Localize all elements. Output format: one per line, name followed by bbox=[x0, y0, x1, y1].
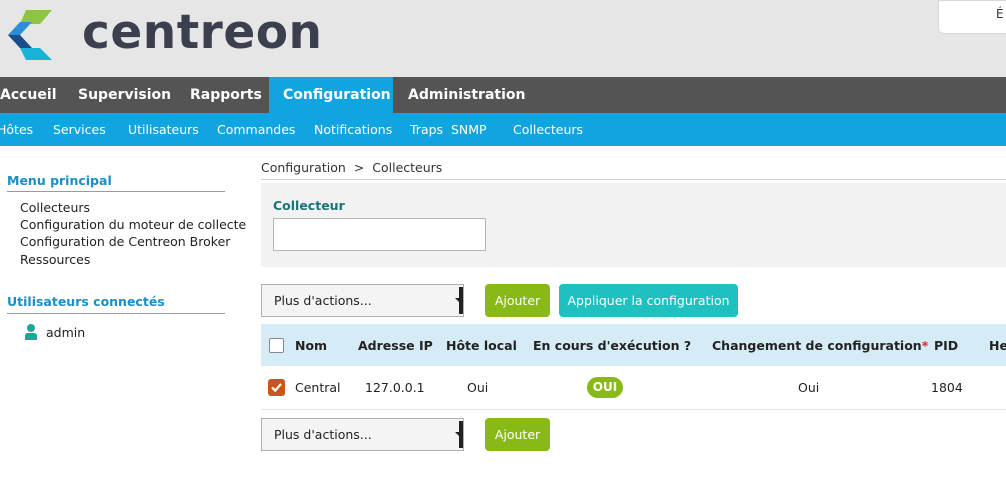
more-actions-label: Plus d'actions... bbox=[274, 293, 372, 308]
subnav-services[interactable]: Services bbox=[53, 113, 106, 146]
apply-configuration-button[interactable]: Appliquer la configuration bbox=[559, 284, 738, 317]
header: centreon É bbox=[0, 0, 1006, 77]
subnav-notifications[interactable]: Notifications bbox=[314, 113, 392, 146]
column-header-pid[interactable]: PID bbox=[934, 338, 958, 353]
breadcrumb-separator: > bbox=[353, 160, 365, 175]
breadcrumb-item-collecteurs[interactable]: Collecteurs bbox=[372, 160, 442, 175]
sidebar-link-engine-config[interactable]: Configuration du moteur de collecte bbox=[20, 217, 246, 232]
sidebar-link-collecteurs[interactable]: Collecteurs bbox=[20, 200, 90, 215]
sub-nav: Hôtes Services Utilisateurs Commandes No… bbox=[0, 113, 1006, 146]
logo-text: centreon bbox=[82, 5, 323, 60]
main-nav: Accueil Supervision Rapports Configurati… bbox=[0, 77, 1006, 113]
cell-local-host: Oui bbox=[467, 380, 489, 395]
running-status-badge: OUI bbox=[587, 377, 623, 398]
cell-name[interactable]: Central bbox=[295, 380, 341, 395]
breadcrumb-item-configuration[interactable]: Configuration bbox=[261, 160, 346, 175]
sidebar-link-ressources[interactable]: Ressources bbox=[20, 252, 90, 267]
collecteur-search-input[interactable] bbox=[273, 218, 486, 251]
column-header-en-cours[interactable]: En cours d'exécution ? bbox=[533, 338, 691, 353]
cell-pid: 1804 bbox=[931, 380, 963, 395]
top-right-text: É bbox=[996, 7, 1004, 21]
nav-administration[interactable]: Administration bbox=[408, 77, 525, 113]
column-header-changement-config[interactable]: Changement de configuration* bbox=[712, 338, 928, 353]
column-header-he[interactable]: He bbox=[989, 338, 1006, 353]
dropdown-arrow-icon bbox=[455, 421, 463, 448]
sidebar-link-broker-config[interactable]: Configuration de Centreon Broker bbox=[20, 234, 230, 249]
nav-accueil[interactable]: Accueil bbox=[0, 77, 60, 113]
subnav-collecteurs[interactable]: Collecteurs bbox=[513, 113, 583, 146]
row-checkbox-icon[interactable] bbox=[268, 379, 285, 396]
connected-user-name[interactable]: admin bbox=[46, 325, 85, 340]
column-header-changement-config-label: Changement de configuration bbox=[712, 338, 922, 353]
table-header: Nom Adresse IP Hôte local En cours d'exé… bbox=[261, 324, 1006, 366]
required-marker: * bbox=[921, 338, 929, 353]
cell-config-changed: Oui bbox=[798, 380, 820, 395]
column-header-hote-local[interactable]: Hôte local bbox=[446, 338, 517, 353]
add-button-top[interactable]: Ajouter bbox=[485, 284, 550, 317]
nav-rapports[interactable]: Rapports bbox=[190, 77, 262, 113]
centreon-logo-icon[interactable] bbox=[6, 10, 62, 60]
more-actions-label: Plus d'actions... bbox=[274, 427, 372, 442]
filter-label: Collecteur bbox=[273, 198, 345, 213]
column-header-nom[interactable]: Nom bbox=[295, 338, 327, 353]
more-actions-select-bottom[interactable]: Plus d'actions... bbox=[261, 418, 464, 451]
main-menu-title: Menu principal bbox=[7, 173, 112, 188]
add-button-bottom[interactable]: Ajouter bbox=[485, 418, 550, 451]
connected-users-title: Utilisateurs connectés bbox=[7, 294, 165, 309]
subnav-utilisateurs[interactable]: Utilisateurs bbox=[128, 113, 199, 146]
subnav-traps-snmp[interactable]: Traps SNMP bbox=[410, 113, 487, 146]
divider bbox=[7, 313, 225, 314]
more-actions-select-top[interactable]: Plus d'actions... bbox=[261, 284, 464, 317]
cell-ip: 127.0.0.1 bbox=[365, 380, 425, 395]
nav-supervision[interactable]: Supervision bbox=[78, 77, 171, 113]
divider bbox=[261, 179, 1006, 180]
top-right-panel[interactable]: É bbox=[938, 0, 1006, 34]
subnav-commandes[interactable]: Commandes bbox=[217, 113, 295, 146]
breadcrumb: Configuration > Collecteurs bbox=[261, 160, 442, 175]
divider bbox=[7, 191, 225, 192]
table-row[interactable]: Central 127.0.0.1 Oui OUI Oui 1804 bbox=[261, 366, 1006, 410]
user-icon bbox=[25, 324, 37, 340]
column-header-adresse-ip[interactable]: Adresse IP bbox=[358, 338, 433, 353]
select-all-checkbox-icon[interactable] bbox=[269, 338, 284, 353]
checkmark-icon bbox=[271, 383, 282, 393]
dropdown-arrow-icon bbox=[455, 287, 463, 314]
subnav-hotes[interactable]: Hôtes bbox=[0, 113, 33, 146]
nav-configuration[interactable]: Configuration bbox=[269, 77, 393, 113]
